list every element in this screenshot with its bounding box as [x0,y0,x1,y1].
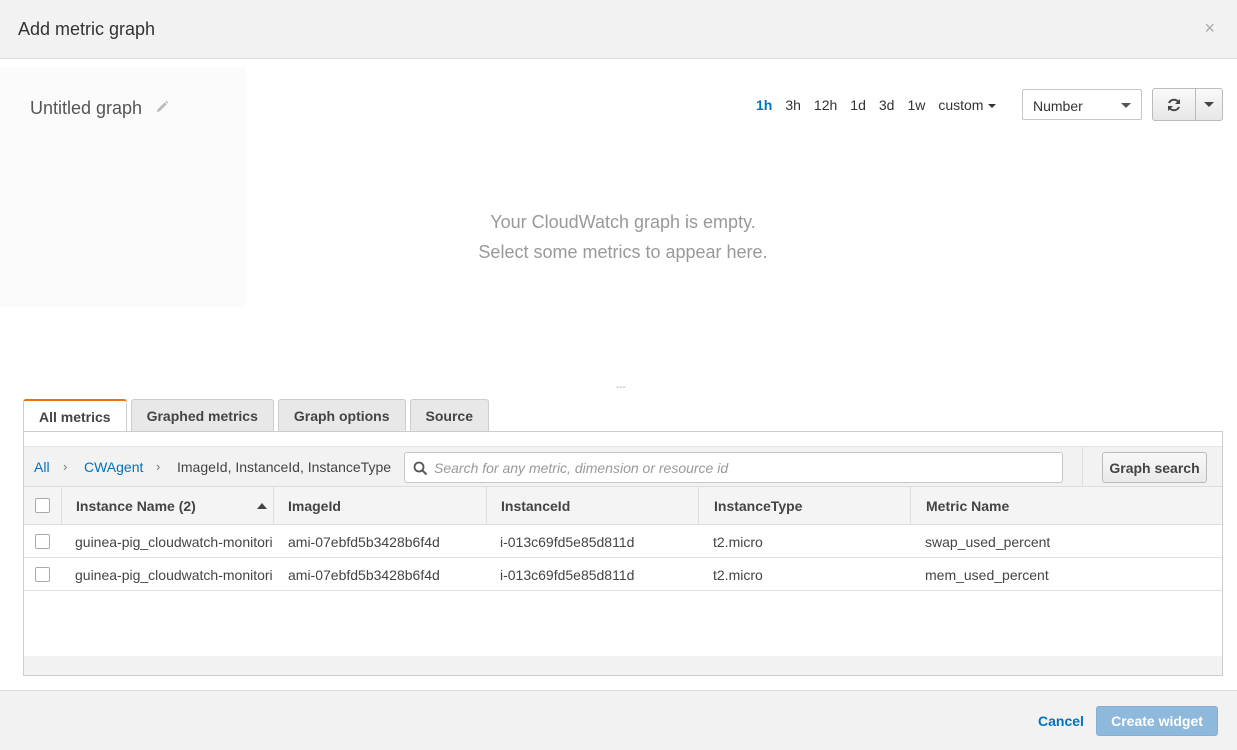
table-header: Instance Name (2) ImageId InstanceId Ins… [24,486,1222,525]
metrics-tabs: All metrics Graphed metrics Graph option… [23,399,493,432]
range-12h[interactable]: 12h [814,97,837,113]
chevron-down-icon [1121,103,1131,108]
cell-image-id: ami-07ebfd5b3428b6f4d [288,534,440,550]
cell-instance-type: t2.micro [713,534,763,550]
table-row[interactable]: guinea-pig_cloudwatch-monitori ami-07ebf… [24,558,1222,591]
tab-all-metrics[interactable]: All metrics [23,399,127,432]
view-type-value: Number [1033,98,1083,114]
range-1h[interactable]: 1h [756,97,772,113]
all-metrics-panel: All › CWAgent › ImageId, InstanceId, Ins… [23,431,1223,676]
cell-instance-id: i-013c69fd5e85d811d [500,567,635,583]
column-label: Instance Name (2) [76,498,196,514]
pencil-icon[interactable] [154,99,170,115]
refresh-icon [1168,98,1180,111]
graph-search-button[interactable]: Graph search [1102,452,1207,483]
graph-title[interactable]: Untitled graph [30,98,142,119]
cancel-button[interactable]: Cancel [1038,713,1084,729]
close-icon[interactable]: × [1204,18,1215,38]
range-3h[interactable]: 3h [785,97,801,113]
refresh-button[interactable] [1152,88,1196,121]
dialog-header: Add metric graph × [0,0,1237,59]
range-custom-dropdown[interactable]: custom [938,97,997,113]
search-icon [413,461,428,476]
range-custom-label: custom [938,97,984,113]
tab-source[interactable]: Source [409,399,489,431]
chevron-down-icon [1204,102,1214,107]
cell-metric-name: mem_used_percent [925,567,1049,583]
panel-footer [24,656,1222,675]
column-image-id[interactable]: ImageId [273,487,486,525]
refresh-options-dropdown[interactable] [1195,88,1223,121]
column-label: Metric Name [926,498,1010,514]
column-instance-id[interactable]: InstanceId [486,487,698,525]
time-range-selector: 1h 3h 12h 1d 3d 1w custom [756,95,997,115]
toolbar-divider [1082,447,1083,487]
empty-graph-message: Your CloudWatch graph is empty. [490,212,756,232]
resize-handle[interactable]: --- [616,382,626,393]
column-metric-name[interactable]: Metric Name [910,487,1222,525]
breadcrumb-separator: › [63,459,68,474]
cell-instance-type: t2.micro [713,567,763,583]
metrics-toolbar: All › CWAgent › ImageId, InstanceId, Ins… [24,446,1222,487]
row-checkbox[interactable] [35,534,50,549]
breadcrumb-namespace[interactable]: CWAgent [84,459,143,475]
metric-search-box [404,452,1063,483]
column-label: InstanceId [501,498,571,514]
dialog-footer: Cancel Create widget [0,690,1237,750]
header-select-cell [24,487,61,525]
cell-metric-name: swap_used_percent [925,534,1051,550]
chevron-down-icon [988,104,997,108]
column-label: ImageId [288,498,341,514]
search-input[interactable] [432,453,1052,482]
breadcrumb-dimensions: ImageId, InstanceId, InstanceType [177,459,392,475]
create-widget-button[interactable]: Create widget [1096,706,1218,736]
column-instance-name[interactable]: Instance Name (2) [61,487,273,525]
dialog-title: Add metric graph [18,19,156,39]
tab-graphed-metrics[interactable]: Graphed metrics [130,399,274,431]
tab-graph-options[interactable]: Graph options [277,399,406,431]
sort-ascending-icon [257,503,267,509]
range-1w[interactable]: 1w [907,97,925,113]
empty-graph-hint: Select some metrics to appear here. [478,242,768,262]
cell-instance-name: guinea-pig_cloudwatch-monitori [75,567,272,583]
cell-image-id: ami-07ebfd5b3428b6f4d [288,567,440,583]
cell-instance-name: guinea-pig_cloudwatch-monitori [75,534,272,550]
column-instance-type[interactable]: InstanceType [698,487,910,525]
graph-preview: Untitled graph 1h 3h 12h 1d 3d 1w custom… [0,59,1237,389]
range-3d[interactable]: 3d [879,97,895,113]
table-row[interactable]: guinea-pig_cloudwatch-monitori ami-07ebf… [24,525,1222,558]
breadcrumb-separator: › [156,459,161,474]
cell-instance-id: i-013c69fd5e85d811d [500,534,635,550]
range-1d[interactable]: 1d [850,97,866,113]
breadcrumb-all[interactable]: All [34,459,50,475]
row-checkbox[interactable] [35,567,50,582]
column-label: InstanceType [714,498,803,514]
view-type-select[interactable]: Number [1022,89,1142,120]
select-all-checkbox[interactable] [35,498,50,513]
